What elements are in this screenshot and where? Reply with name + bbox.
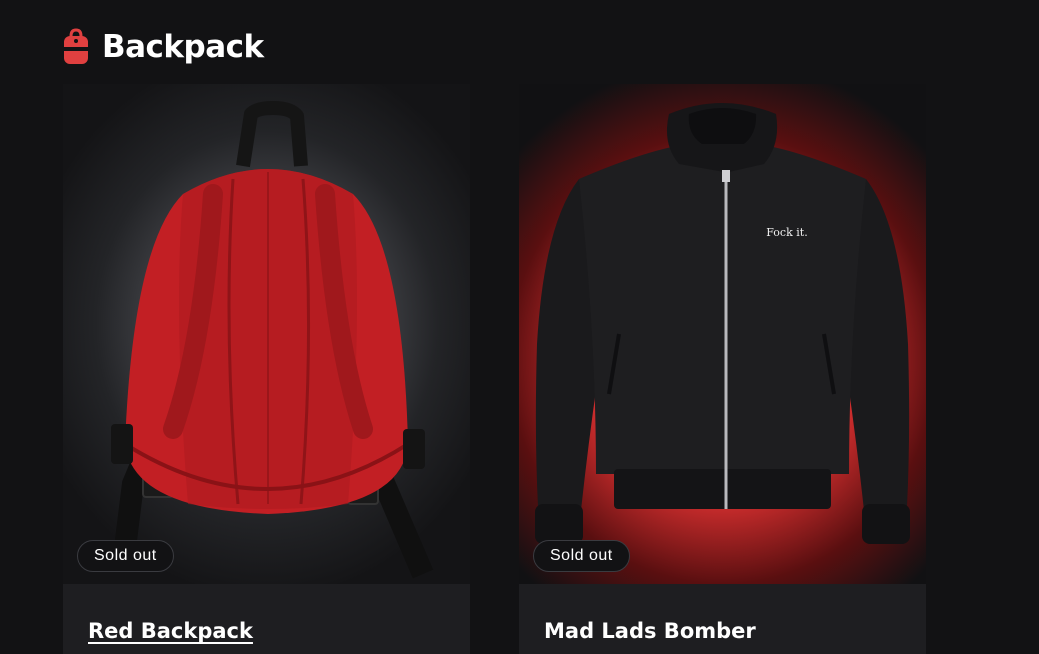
chest-print-text: Fock it. [766, 226, 807, 239]
sold-out-badge: Sold out [77, 540, 174, 572]
bomber-jacket-illustration: Fock it. [535, 103, 910, 544]
product-title-link[interactable]: Mad Lads Bomber [544, 619, 756, 643]
product-card-red-backpack[interactable]: Sold out Red Backpack [63, 84, 470, 654]
product-title-link[interactable]: Red Backpack [88, 619, 253, 643]
product-card-mad-lads-bomber[interactable]: Fock it. Sold out Mad Lads Bomber [519, 84, 926, 654]
red-backpack-image[interactable]: Sold out [63, 84, 470, 584]
sold-out-badge: Sold out [533, 540, 630, 572]
black-bomber-jacket-image[interactable]: Fock it. Sold out [519, 84, 926, 584]
backpack-illustration [111, 101, 434, 579]
store-name: Backpack [102, 29, 264, 65]
backpack-icon [64, 28, 88, 64]
page: Backpack Sold out Red Backpack Fock it. … [0, 0, 1039, 654]
brand-header[interactable]: Backpack [62, 28, 264, 66]
